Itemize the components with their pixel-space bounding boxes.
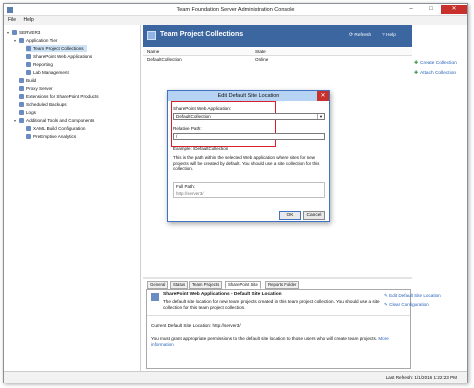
column-header-state[interactable]: State — [255, 49, 266, 54]
server-icon — [12, 30, 17, 35]
menu-file[interactable]: File — [8, 17, 16, 23]
status-bar: Last Refresh: 1/1/2016 1:22:23 PM — [4, 371, 467, 383]
full-path-label: Full Path: — [176, 184, 196, 189]
tree-node-application-tier[interactable]: ▾ Application Tier — [14, 37, 57, 44]
grid-header: Name State — [143, 48, 412, 56]
edit-default-site-link[interactable]: ✎ Edit Default Site Location — [384, 293, 441, 299]
attach-icon: ✚ — [414, 71, 419, 76]
tree-node-additional-tools[interactable]: ▾ Additional Tools and Components — [14, 117, 94, 124]
actions-pane: ✚ Create Collection ✚ Attach Collection — [412, 25, 466, 371]
title-bar: Team Foundation Server Administration Co… — [4, 4, 467, 16]
tree-node-reporting[interactable]: Reporting — [26, 61, 53, 68]
tab-general[interactable]: General — [147, 281, 169, 289]
dialog-title: Edit Default Site Location — [217, 93, 280, 99]
collections-icon — [147, 31, 156, 40]
tier-icon — [19, 38, 24, 43]
analytics-icon — [26, 134, 31, 139]
tree-node-scheduled-backups[interactable]: Scheduled Backups — [19, 101, 67, 108]
full-path-value: http://server3/ — [176, 191, 204, 196]
reporting-icon — [26, 62, 31, 67]
tools-icon — [19, 118, 24, 123]
menu-help[interactable]: Help — [23, 17, 33, 23]
expand-icon[interactable]: ▾ — [14, 117, 18, 124]
webapp-select[interactable]: DefaultCollection ▼ — [173, 113, 325, 120]
extensions-icon — [19, 94, 24, 99]
detail-title: SharePoint Web Applications - Default Si… — [163, 292, 282, 297]
dialog-title-bar: Edit Default Site Location ✕ — [168, 91, 329, 101]
help-button[interactable]: ? Help — [382, 33, 396, 38]
full-path-field: Full Path: http://server3/ — [173, 182, 325, 198]
create-icon: ✚ — [414, 61, 419, 66]
proxy-icon — [19, 86, 24, 91]
explanation-text: This is the path within the selected Web… — [173, 155, 320, 172]
backup-icon — [19, 102, 24, 107]
cancel-button[interactable]: Cancel — [303, 211, 325, 220]
tree-node-sharepoint-web-applications[interactable]: SharePoint Web Applications — [26, 53, 92, 60]
dialog-close-button[interactable]: ✕ — [317, 91, 329, 101]
relative-path-label: Relative Path: — [173, 126, 202, 131]
tab-status[interactable]: Status — [170, 281, 189, 289]
row-name-cell: DefaultCollection — [147, 57, 182, 62]
sharepoint-icon — [151, 293, 159, 301]
chevron-down-icon[interactable]: ▼ — [317, 114, 324, 119]
detail-header: SharePoint Web Applications - Default Si… — [147, 290, 410, 316]
build-icon — [19, 78, 24, 83]
example-text: Example: /DefaultCollection — [173, 146, 229, 151]
create-collection-link[interactable]: ✚ Create Collection — [414, 61, 457, 66]
row-state-cell: Online — [255, 57, 269, 62]
last-refresh-text: Last Refresh: 1/1/2016 1:22:23 PM — [385, 375, 457, 380]
logs-icon — [19, 110, 24, 115]
navigation-tree: ▾ SERVER3 ▾ Application Tier Team Project … — [4, 25, 141, 371]
sharepoint-icon — [26, 54, 31, 59]
tree-node-logs[interactable]: Logs — [19, 109, 36, 116]
tree-node-lab-management[interactable]: Lab Management — [26, 69, 69, 76]
table-row[interactable]: DefaultCollection Online — [143, 56, 412, 64]
tab-team-projects[interactable]: Team Projects — [189, 281, 223, 289]
tree-node-proxy-server[interactable]: Proxy Server — [19, 85, 53, 92]
lab-icon — [26, 70, 31, 75]
tree-node-team-project-collections[interactable]: Team Project Collections — [26, 45, 87, 52]
ok-button[interactable]: OK — [279, 211, 301, 220]
tree-node-preemptive-analytics[interactable]: PreEmptive Analytics — [26, 133, 76, 140]
tree-node-server[interactable]: ▾ SERVER3 — [7, 29, 40, 36]
clear-configuration-link[interactable]: ✎ Clear Configuration — [384, 302, 429, 308]
collection-icon — [26, 46, 31, 51]
column-header-name[interactable]: Name — [147, 49, 159, 54]
tab-sharepoint-site[interactable]: SharePoint Site — [225, 281, 261, 289]
permission-note: You must grant appropriate permissions t… — [151, 336, 389, 347]
tab-reports-folder[interactable]: Reports Folder — [265, 281, 300, 289]
splitter[interactable] — [143, 277, 412, 279]
console-window: Team Foundation Server Administration Co… — [3, 3, 468, 383]
relative-path-input[interactable]: / — [173, 133, 325, 140]
expand-icon[interactable]: ▾ — [7, 29, 11, 36]
current-site-location: Current Default Site Location: http://se… — [151, 323, 241, 328]
maximize-button[interactable]: □ — [421, 5, 441, 14]
detail-description: The default site location for new team p… — [163, 299, 380, 310]
expand-icon[interactable]: ▾ — [14, 37, 18, 44]
tree-node-extensions[interactable]: Extensions for SharePoint Products — [19, 93, 99, 100]
tree-node-xaml-build[interactable]: XAML Build Configuration — [26, 125, 85, 132]
attach-collection-link[interactable]: ✚ Attach Collection — [414, 71, 456, 76]
tree-node-build[interactable]: Build — [19, 77, 36, 84]
page-title: Team Project Collections — [160, 31, 244, 38]
menu-bar: File Help — [4, 16, 467, 25]
window-title: Team Foundation Server Administration Co… — [176, 7, 295, 13]
minimize-button[interactable]: – — [401, 5, 421, 14]
webapp-label: SharePoint Web Application: — [173, 106, 232, 111]
refresh-button[interactable]: ⟳ Refresh — [349, 33, 371, 38]
close-button[interactable]: ✕ — [441, 5, 467, 14]
xaml-icon — [26, 126, 31, 131]
detail-panel: SharePoint Web Applications - Default Si… — [146, 289, 411, 369]
edit-default-site-dialog: Edit Default Site Location ✕ SharePoint … — [167, 90, 330, 222]
page-header: Team Project Collections ⟳ Refresh ? Hel… — [143, 25, 412, 47]
